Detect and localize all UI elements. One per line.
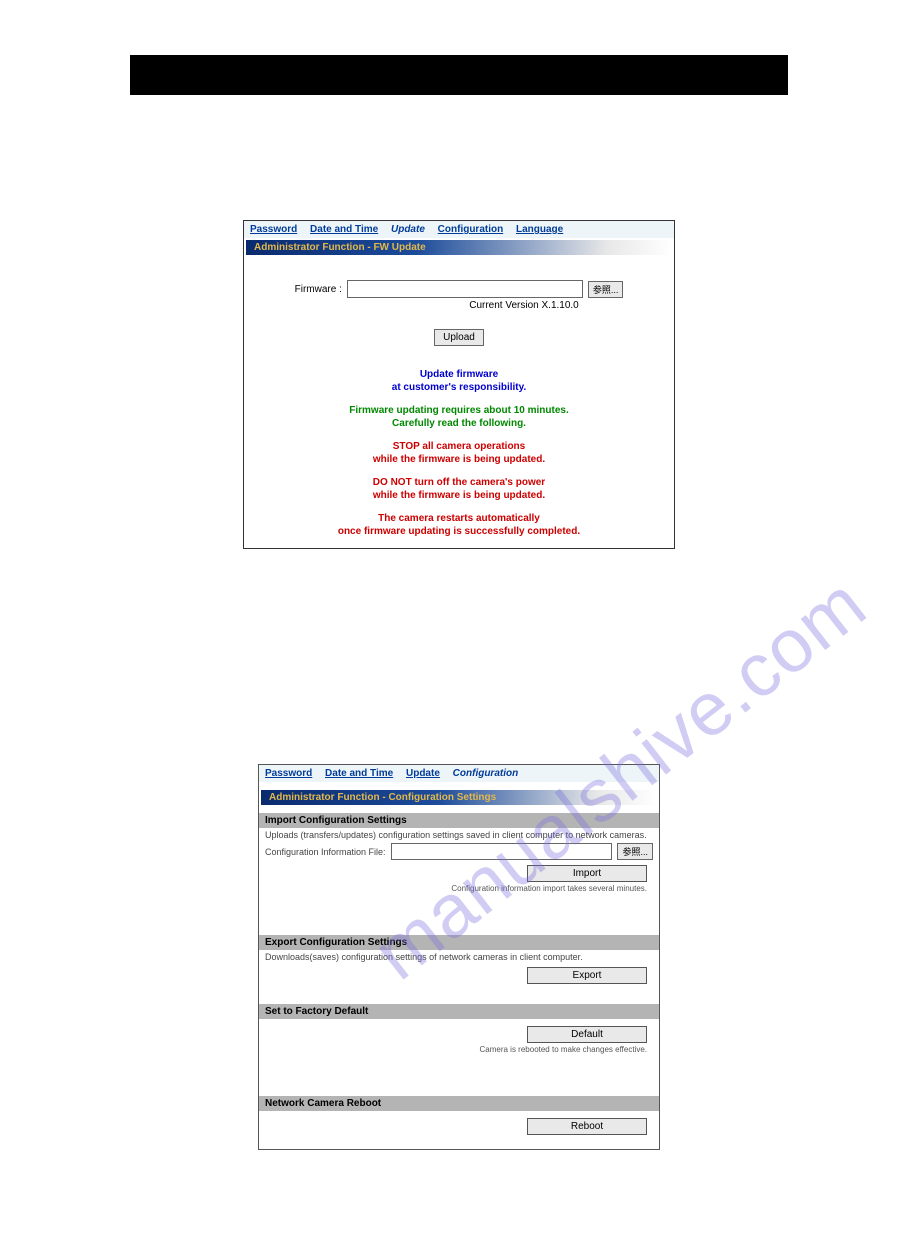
msg-red-2: DO NOT turn off the camera's powerwhile … <box>254 476 664 502</box>
tab2-configuration[interactable]: Configuration <box>453 768 519 779</box>
default-button[interactable]: Default <box>527 1026 647 1043</box>
tab-language[interactable]: Language <box>516 224 563 235</box>
config-header: Administrator Function - Configuration S… <box>261 790 657 805</box>
import-note: Configuration information import takes s… <box>265 884 653 893</box>
config-file-label: Configuration Information File: <box>265 847 386 857</box>
fw-update-header: Administrator Function - FW Update <box>246 240 672 255</box>
msg-red-1: STOP all camera operationswhile the firm… <box>254 440 664 466</box>
import-desc: Uploads (transfers/updates) configuratio… <box>265 830 653 840</box>
export-desc: Downloads(saves) configuration settings … <box>265 952 653 962</box>
version-text: Current Version X.1.10.0 <box>254 300 664 311</box>
msg-green: Firmware updating requires about 10 minu… <box>254 404 664 430</box>
msg-red-3: The camera restarts automaticallyonce fi… <box>254 512 664 538</box>
config-settings-panel: Password Date and Time Update Configurat… <box>258 764 660 1150</box>
reboot-header: Network Camera Reboot <box>259 1096 659 1111</box>
browse-button[interactable]: 参照... <box>588 281 624 298</box>
tab-password[interactable]: Password <box>250 224 297 235</box>
firmware-label: Firmware : <box>295 284 342 295</box>
browse-button-2[interactable]: 参照... <box>617 843 653 860</box>
default-header: Set to Factory Default <box>259 1004 659 1019</box>
default-note: Camera is rebooted to make changes effec… <box>265 1045 653 1054</box>
tab-bar-2: Password Date and Time Update Configurat… <box>259 765 659 782</box>
tab2-password[interactable]: Password <box>265 768 312 779</box>
reboot-button[interactable]: Reboot <box>527 1118 647 1135</box>
tab2-update[interactable]: Update <box>406 768 440 779</box>
tab-bar: Password Date and Time Update Configurat… <box>244 221 674 238</box>
export-header: Export Configuration Settings <box>259 935 659 950</box>
tab-date-time[interactable]: Date and Time <box>310 224 378 235</box>
import-header: Import Configuration Settings <box>259 813 659 828</box>
tab-configuration[interactable]: Configuration <box>438 224 504 235</box>
import-button[interactable]: Import <box>527 865 647 882</box>
firmware-input[interactable] <box>347 280 583 298</box>
fw-update-panel: Password Date and Time Update Configurat… <box>243 220 675 549</box>
msg-blue: Update firmwareat customer's responsibil… <box>254 368 664 394</box>
config-file-input[interactable] <box>391 843 613 860</box>
header-black-bar <box>130 55 788 95</box>
export-button[interactable]: Export <box>527 967 647 984</box>
tab2-date-time[interactable]: Date and Time <box>325 768 393 779</box>
tab-update[interactable]: Update <box>391 224 425 235</box>
upload-button[interactable]: Upload <box>434 329 484 346</box>
